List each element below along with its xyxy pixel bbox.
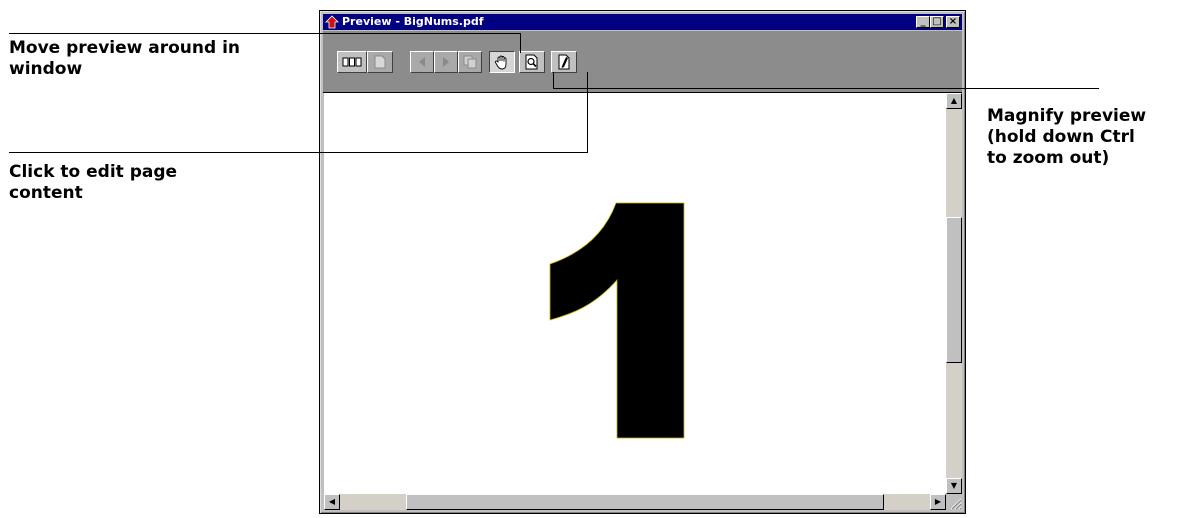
next-page-button[interactable] (434, 51, 458, 73)
toolbar (323, 31, 962, 93)
close-button[interactable]: × (946, 16, 960, 28)
thumbnails-icon (342, 57, 362, 67)
callout-magnify: Magnify preview (hold down Ctrl to zoom … (987, 106, 1147, 168)
vertical-scrollbar[interactable]: ▲ ▼ (946, 93, 962, 494)
pages-icon (463, 55, 477, 69)
leader-line-edit (9, 152, 587, 153)
single-page-button[interactable] (367, 51, 393, 73)
maximize-button[interactable]: □ (930, 16, 944, 28)
callout-edit-content: Click to edit page content (9, 162, 178, 203)
hand-icon (494, 55, 507, 70)
edit-page-icon (558, 54, 570, 70)
window-title: Preview - BigNums.pdf (342, 15, 484, 28)
minimize-button[interactable]: _ (916, 16, 930, 28)
scroll-up-button[interactable]: ▲ (946, 93, 962, 109)
page-icon (374, 55, 386, 69)
magnifier-page-icon (525, 54, 538, 70)
scroll-down-button[interactable]: ▼ (946, 478, 962, 494)
app-icon (325, 15, 339, 29)
vertical-scroll-thumb[interactable] (946, 217, 962, 363)
callout-move-preview: Move preview around in window (9, 38, 241, 79)
go-to-page-button[interactable] (458, 51, 482, 73)
leader-line-magnify-rise (553, 72, 554, 89)
scroll-left-button[interactable]: ◀ (324, 494, 340, 510)
leader-line-magnify (553, 88, 1099, 89)
magnify-button[interactable] (519, 51, 545, 73)
triangle-left-icon (419, 57, 425, 67)
big-number-glyph (549, 202, 685, 439)
resize-grip-icon (950, 498, 962, 510)
hand-tool-button[interactable] (489, 51, 515, 73)
resize-grip[interactable] (946, 494, 962, 510)
previous-page-button[interactable] (410, 51, 434, 73)
horizontal-scroll-thumb[interactable] (406, 494, 884, 510)
horizontal-scrollbar[interactable]: ◀ ▶ (324, 494, 946, 510)
thumbnails-button[interactable] (337, 51, 367, 73)
leader-line-move (9, 33, 520, 34)
leader-line-edit-rise (587, 72, 588, 153)
leader-line-move-drop (520, 33, 521, 53)
edit-page-button[interactable] (551, 51, 577, 73)
title-bar[interactable]: Preview - BigNums.pdf _ □ × (323, 14, 962, 30)
triangle-right-icon (443, 57, 449, 67)
document-page[interactable] (324, 93, 946, 494)
scroll-right-button[interactable]: ▶ (930, 494, 946, 510)
preview-window: Preview - BigNums.pdf _ □ × ▲ ▼ ◀ ▶ (319, 10, 966, 514)
